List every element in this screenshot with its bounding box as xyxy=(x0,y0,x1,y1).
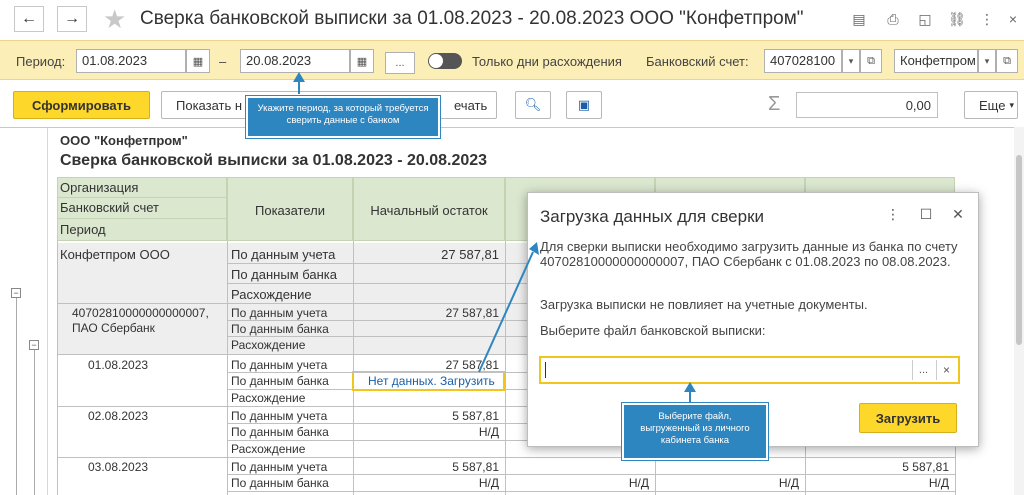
period-hint-callout: Укажите период, за который требуется све… xyxy=(245,95,441,139)
arrow-line xyxy=(478,251,534,373)
callout-arrows xyxy=(293,72,696,402)
arrow-head xyxy=(529,242,539,255)
file-hint-callout: Выберите файл, выгруженный из личного ка… xyxy=(621,402,769,461)
arrow-head xyxy=(684,382,696,392)
arrow-head xyxy=(293,72,305,82)
